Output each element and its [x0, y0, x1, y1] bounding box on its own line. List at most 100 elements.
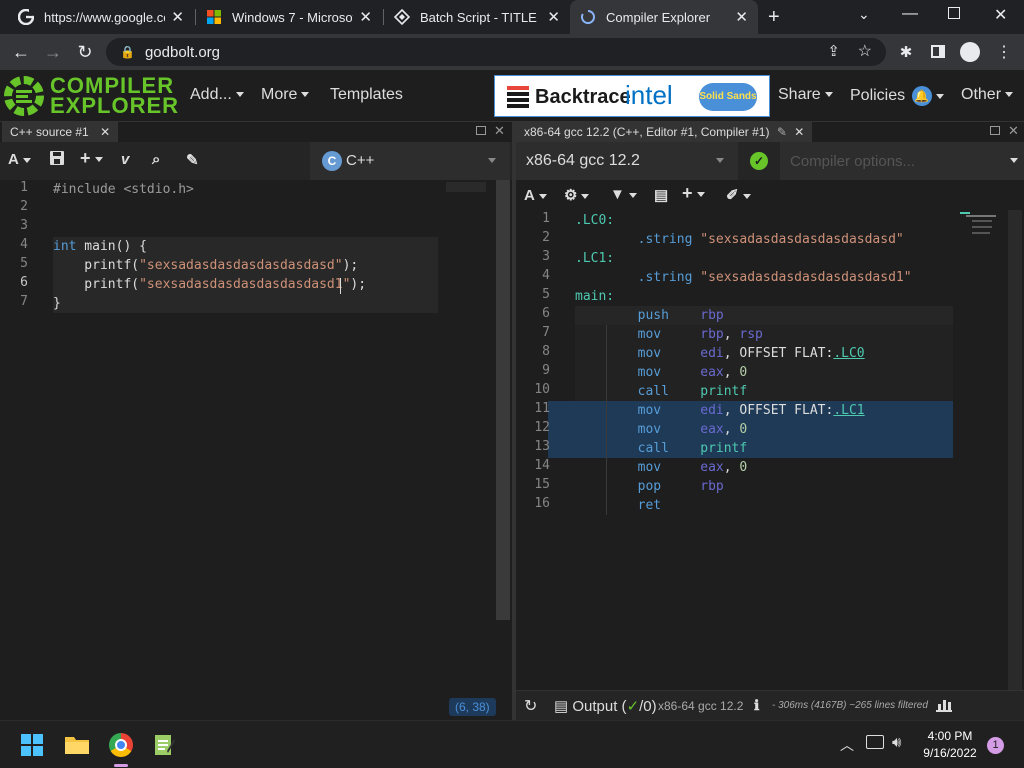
vim-icon[interactable]: v	[121, 151, 129, 168]
new-tab-icon[interactable]: +	[768, 6, 780, 29]
code-token: 0	[739, 365, 748, 380]
volume-icon[interactable]: 🔊︎	[892, 734, 901, 751]
caret-down-icon	[1010, 158, 1018, 163]
code-token: push	[637, 308, 669, 323]
close-icon[interactable]: ✕	[359, 8, 372, 26]
compile-status-icon[interactable]: ✓	[750, 152, 768, 170]
ce-logo-icon[interactable]	[2, 74, 46, 118]
close-icon[interactable]: ✕	[735, 8, 748, 26]
editor-area[interactable]: 1 2 3 4 5 6 7 #include <stdio.h> int main() { p…	[0, 180, 512, 720]
maximize-icon[interactable]	[476, 126, 486, 135]
line-number: 5	[542, 287, 550, 302]
add-tool-icon[interactable]: +	[682, 183, 705, 204]
editor-tab[interactable]: C++ source #1 ✕	[2, 122, 119, 142]
profile-icon[interactable]	[960, 42, 980, 62]
close-icon[interactable]: ✕	[171, 8, 184, 26]
reload-icon[interactable]: ↻	[72, 39, 98, 65]
compiler-options-input[interactable]: Compiler options...	[780, 142, 1024, 180]
font-size-icon[interactable]: A	[524, 187, 547, 204]
minimize-icon[interactable]: —	[902, 5, 918, 23]
more-menu[interactable]: More	[261, 86, 310, 104]
chrome-menu-icon[interactable]: ⋮	[991, 39, 1017, 65]
font-size-icon[interactable]: A	[8, 151, 31, 168]
pencil-icon[interactable]: ✎	[777, 125, 787, 139]
add-icon[interactable]: +	[80, 148, 103, 169]
chrome-icon[interactable]	[109, 733, 133, 757]
sponsor-banner[interactable]: Backtrace intel Solid Sands	[494, 75, 770, 117]
templates-link[interactable]: Templates	[330, 86, 403, 104]
start-icon[interactable]	[21, 734, 43, 756]
compiler-select[interactable]: x86-64 gcc 12.2	[516, 142, 738, 180]
code-token: , OFFSET FLAT:	[723, 346, 834, 361]
extensions-icon[interactable]: ✱	[893, 39, 919, 65]
bookmark-star-icon[interactable]: ☆	[858, 41, 872, 61]
magnifier-icon[interactable]: ⌕	[152, 151, 160, 168]
address-bar[interactable]: 🔒 godbolt.org ⇪ ☆	[106, 38, 886, 66]
close-pane-icon[interactable]: ✕	[1008, 123, 1019, 139]
close-icon[interactable]: ✕	[794, 125, 804, 139]
code-token: eax	[700, 365, 724, 380]
assembly-view[interactable]: 1 2 3 4 5 6 7 8 9 10 11 12 13 14 15 16 .LC0: .string "s…	[516, 210, 1024, 690]
code-line: mov eax, 0	[575, 420, 748, 439]
notification-badge[interactable]: 1	[987, 737, 1004, 754]
add-menu[interactable]: Add...	[190, 86, 244, 104]
close-icon[interactable]: ✕	[100, 125, 110, 139]
browser-tab-windows[interactable]: Windows 7 - Microsoft ✕	[196, 0, 382, 34]
close-icon[interactable]: ✕	[547, 8, 560, 26]
window-close-icon[interactable]: ✕	[994, 5, 1007, 25]
footer-compiler: x86-64 gcc 12.2	[658, 699, 744, 713]
back-icon[interactable]: ←	[8, 39, 34, 65]
line-number: 6	[20, 275, 28, 290]
output-button[interactable]: ▤ Output (✓/0)	[554, 697, 657, 715]
gear-icon[interactable]: ⚙	[564, 186, 590, 204]
asm-scrollbar[interactable]	[1008, 210, 1022, 690]
code-token[interactable]: .LC1	[833, 403, 864, 418]
side-panel-icon[interactable]	[931, 45, 945, 58]
code-token: printf	[700, 441, 748, 456]
compiler-tab-title: x86-64 gcc 12.2 (C++, Editor #1, Compile…	[524, 125, 770, 139]
code-token: .string	[637, 232, 693, 247]
filter-icon[interactable]: ▼	[610, 186, 637, 203]
chevron-down-icon[interactable]: ⌄	[858, 6, 870, 23]
share-menu[interactable]: Share	[778, 86, 833, 104]
code-token[interactable]: .LC0	[833, 346, 864, 361]
forward-icon[interactable]: →	[40, 39, 66, 65]
info-icon[interactable]: ℹ	[754, 697, 759, 714]
file-explorer-icon[interactable]	[65, 734, 89, 756]
caret-down-icon	[301, 92, 310, 98]
code-token: mov	[637, 460, 662, 475]
editor-scrollbar[interactable]	[496, 180, 510, 620]
minimap	[446, 182, 486, 192]
browser-tab-compiler-explorer[interactable]: Compiler Explorer ✕	[570, 0, 758, 34]
compiler-toolbar: x86-64 gcc 12.2 ✓ Compiler options...	[516, 142, 1024, 180]
language-select[interactable]: C C++	[310, 142, 510, 180]
add-menu-label: Add...	[190, 86, 232, 103]
maximize-icon[interactable]	[990, 126, 1000, 135]
notepad-icon[interactable]	[153, 733, 175, 757]
browser-tab-batch[interactable]: Batch Script - TITLE ✕	[384, 0, 570, 34]
bar-chart-icon[interactable]	[936, 698, 952, 717]
restore-icon[interactable]	[948, 7, 960, 19]
policies-menu[interactable]: Policies 🔔	[850, 86, 944, 106]
line-number: 10	[534, 382, 550, 397]
brush-icon[interactable]: ✐	[726, 186, 751, 204]
compiler-tab-bar: x86-64 gcc 12.2 (C++, Editor #1, Compile…	[516, 122, 1024, 142]
clock[interactable]: 4:00 PM 9/16/2022	[918, 729, 982, 760]
chevron-up-icon[interactable]: ︿	[840, 735, 854, 755]
compiler-tab[interactable]: x86-64 gcc 12.2 (C++, Editor #1, Compile…	[516, 122, 813, 142]
pin-icon[interactable]: ✎	[186, 151, 199, 169]
refresh-icon[interactable]: ↻	[524, 696, 537, 716]
network-icon[interactable]	[866, 735, 884, 749]
close-pane-icon[interactable]: ✕	[494, 123, 505, 139]
share-page-icon[interactable]: ⇪	[827, 42, 840, 60]
book-icon[interactable]: ▤	[654, 186, 668, 204]
code-token: , OFFSET FLAT:	[723, 403, 834, 418]
browser-tab-google[interactable]: https://www.google.com ✕	[8, 0, 194, 34]
save-icon[interactable]	[50, 151, 64, 169]
other-menu[interactable]: Other	[961, 86, 1014, 104]
code-token: main:	[575, 289, 615, 304]
code-token: );	[342, 258, 359, 273]
